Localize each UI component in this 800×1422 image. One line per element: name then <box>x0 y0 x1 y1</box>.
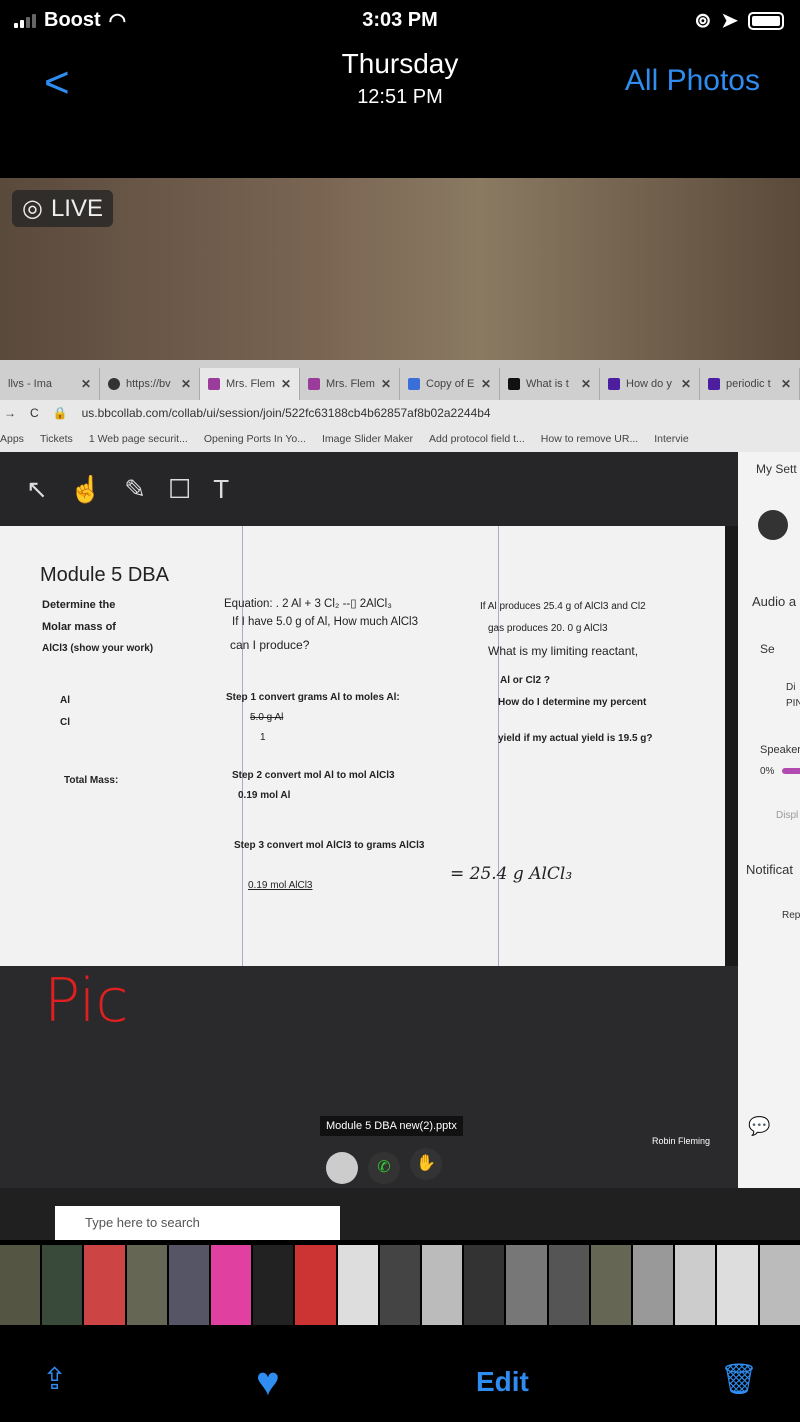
step-3: Step 3 convert mol AlCl3 to grams AlCl3 <box>234 840 425 851</box>
address-bar[interactable]: → C 🔒 us.bbcollab.com/collab/ui/session/joi… <box>0 400 800 426</box>
bookmark[interactable]: Image Slider Maker <box>322 433 413 445</box>
browser-tab[interactable]: periodic t ✕ <box>700 368 800 400</box>
pointer-icon[interactable]: ↖ <box>26 474 48 505</box>
browser-tab[interactable]: llvs - Ima ✕ <box>0 368 100 400</box>
browser-tab[interactable]: Mrs. Flem ✕ <box>200 368 300 400</box>
annotation-toolbar: ↖ ☝ ✎ ☐ T <box>0 452 740 526</box>
bullet: Al <box>60 695 70 706</box>
avatar-icon <box>758 510 788 540</box>
thumbnail-strip[interactable] <box>0 1245 800 1325</box>
user-avatar[interactable] <box>326 1152 358 1184</box>
photo-view[interactable]: ◎ LIVE llvs - Ima ✕ https://bv ✕ Mrs. Flem ✕… <box>0 178 800 1240</box>
slide-title: Module 5 DBA <box>40 564 169 586</box>
dial-in: Di <box>786 682 796 693</box>
handwritten-answer: = 25.4 g AlCl₃ <box>450 864 573 884</box>
red-annotation: Pic <box>44 966 129 1036</box>
question: can I produce? <box>230 638 310 652</box>
rotation-lock-icon: ⊚ <box>694 10 712 32</box>
pin: PIN <box>786 698 800 709</box>
limiting-question: Al or Cl2 ? <box>500 675 551 686</box>
hand-icon[interactable]: ☝ <box>70 474 102 505</box>
browser-tabs: llvs - Ima ✕ https://bv ✕ Mrs. Flem ✕ Mrs. … <box>0 360 800 400</box>
step-1-numerator: 5.0 g Al <box>250 712 284 723</box>
phone-icon[interactable]: ✆ <box>368 1152 400 1184</box>
url[interactable]: us.bbcollab.com/collab/ui/session/join/5… <box>82 406 491 420</box>
location-icon: ➤ <box>721 10 738 32</box>
bookmark[interactable]: 1 Web page securit... <box>89 433 188 445</box>
browser-tab[interactable]: What is t ✕ <box>500 368 600 400</box>
bookmark[interactable]: Tickets <box>40 433 73 445</box>
bullet: Cl <box>60 717 70 728</box>
browser-tab[interactable]: How do y ✕ <box>600 368 700 400</box>
step-2-numerator: 0.19 mol Al <box>238 790 291 801</box>
nav-bar: < Thursday 12:51 PM All Photos <box>0 40 800 125</box>
step-3-numerator: 0.19 mol AlCl3 <box>248 880 313 891</box>
bookmark[interactable]: Opening Ports In Yo... <box>204 433 306 445</box>
equation: Equation: . 2 Al + 3 Cl₂ --▯ 2AlCl₃ <box>224 598 392 610</box>
step-1: Step 1 convert grams Al to moles Al: <box>226 692 400 703</box>
reload-icon: C <box>30 406 39 420</box>
bullet: AlCl3 (show your work) <box>42 643 154 654</box>
bookmark[interactable]: Intervie <box>654 433 688 445</box>
all-photos-button[interactable]: All Photos <box>625 64 760 98</box>
panel-title: My Sett <box>756 462 797 476</box>
speaker-label: Speaker <box>760 744 800 756</box>
hand-raise-icon[interactable]: ✋ <box>410 1148 442 1180</box>
percent-yield-question: yield if my actual yield is 19.5 g? <box>498 733 653 744</box>
presenter-name: Robin Fleming <box>652 1136 711 1146</box>
presentation-slide: Module 5 DBA Determine the Molar mass of… <box>0 526 725 966</box>
live-badge[interactable]: ◎ LIVE <box>12 190 113 227</box>
step-2: Step 2 convert mol Al to mol AlCl3 <box>232 770 395 781</box>
speaker-slider[interactable] <box>782 768 800 774</box>
bullet: Determine the <box>42 599 116 611</box>
bookmark[interactable]: How to remove UR... <box>541 433 638 445</box>
bookmark[interactable]: Add protocol field t... <box>429 433 525 445</box>
display-option[interactable]: Displ <box>776 810 798 821</box>
clock: 3:03 PM <box>362 9 438 31</box>
settings-panel: My Sett Audio a Se Di PIN Speaker 0% Dis… <box>738 452 800 1212</box>
forward-icon: → <box>4 406 16 420</box>
status-bar: Boost ◠ 3:03 PM ⊚ ➤ <box>0 0 800 40</box>
edit-button[interactable]: Edit <box>476 1366 529 1398</box>
taskbar-search[interactable]: Type here to search <box>55 1206 340 1240</box>
limiting-question: What is my limiting reactant, <box>488 644 639 658</box>
browser-tab[interactable]: https://bv ✕ <box>100 368 200 400</box>
battery-icon <box>748 11 784 30</box>
bullet: Molar mass of <box>42 621 116 633</box>
heart-icon[interactable]: ♥ <box>256 1360 280 1405</box>
limiting-question: gas produces 20. 0 g AlCl3 <box>488 623 608 634</box>
shared-file-name: Module 5 DBA new(2).pptx <box>320 1116 463 1136</box>
bottom-toolbar: ⇪ ♥ Edit 🗑 <box>0 1340 800 1422</box>
rectangle-icon[interactable]: ☐ <box>168 474 191 505</box>
pencil-icon[interactable]: ✎ <box>124 474 146 505</box>
limiting-question: If Al produces 25.4 g of AlCl3 and Cl2 <box>480 601 646 612</box>
bookmarks-bar: Apps Tickets 1 Web page securit... Openi… <box>0 426 800 452</box>
text-icon[interactable]: T <box>213 474 229 505</box>
live-icon: ◎ <box>22 195 43 222</box>
limiting-question: How do I determine my percent <box>498 697 647 708</box>
browser-tab[interactable]: Mrs. Flem ✕ <box>300 368 400 400</box>
bullet: Total Mass: <box>64 775 119 786</box>
lock-icon: 🔒 <box>52 406 68 420</box>
bookmark[interactable]: Apps <box>0 433 24 445</box>
report-option[interactable]: Rep <box>782 910 800 921</box>
browser-tab[interactable]: Copy of E ✕ <box>400 368 500 400</box>
trash-icon[interactable]: 🗑 <box>720 1362 758 1397</box>
audio-heading: Audio a <box>752 594 797 609</box>
step-1-denominator: 1 <box>260 732 266 743</box>
room-background <box>0 178 800 360</box>
speaker-volume: 0% <box>760 766 775 777</box>
audio-setting[interactable]: Se <box>760 642 775 656</box>
chat-icon[interactable]: 💬 <box>748 1116 770 1137</box>
notifications-heading: Notificat <box>746 862 793 877</box>
share-icon[interactable]: ⇪ <box>42 1362 67 1397</box>
question: If I have 5.0 g of Al, How much AlCl3 <box>232 616 419 628</box>
session-area: Pic Module 5 DBA new(2).pptx ✆ ✋ Robin F… <box>0 966 770 1206</box>
